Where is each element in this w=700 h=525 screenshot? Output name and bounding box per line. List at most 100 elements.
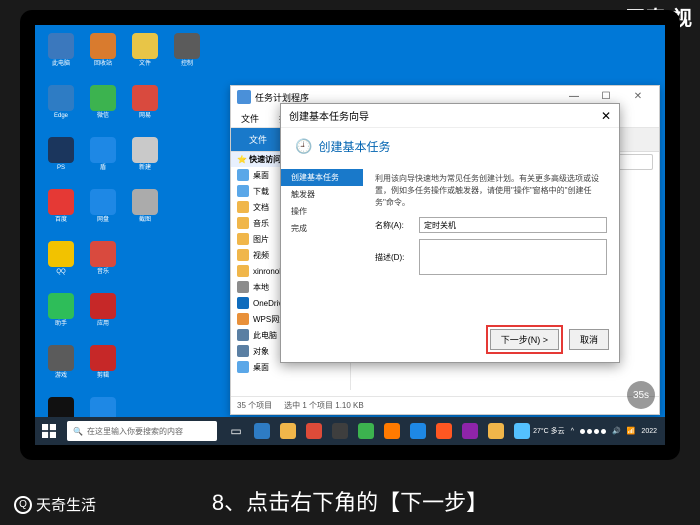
desktop-icon[interactable] [127,241,163,285]
desktop-icon[interactable]: PS [43,137,79,181]
desktop-icon[interactable]: 回收站 [85,33,121,77]
desktop-icon[interactable] [169,189,205,233]
app-icon [90,33,116,59]
desktop-icon[interactable]: 截图 [127,189,163,233]
nav-label: 本地 [253,282,269,293]
window-title: 任务计划程序 [255,91,309,104]
wizard-step-basic[interactable]: 创建基本任务 [281,169,363,186]
desktop-icon[interactable]: QQ [43,241,79,285]
icon-label: 音乐 [97,269,109,275]
start-button[interactable] [35,417,63,445]
app-icon-4[interactable] [433,420,455,442]
desktop-icon[interactable]: 百度 [43,189,79,233]
network-icon[interactable]: 📶 [627,427,636,435]
wizard-description: 利用该向导快速地为常见任务创建计划。有关更多高级选项或设置，例如多任务操作或触发… [375,173,607,209]
icon-label: 控制 [181,61,193,67]
nav-label: 对象 [253,346,269,357]
folder-icon [237,329,249,341]
weather-widget[interactable]: 27°C 多云 [533,426,565,436]
folder-icon [237,249,249,261]
app-icon-7[interactable] [511,420,533,442]
wizard-titlebar[interactable]: 创建基本任务向导 ✕ [281,104,619,128]
icon-label: 网易 [139,113,151,119]
desktop-icon[interactable] [169,85,205,129]
desktop-icon[interactable]: 微信 [85,85,121,129]
clock[interactable]: 2022 [641,428,657,435]
desktop-icon[interactable]: 剪辑 [85,345,121,389]
store-icon[interactable] [329,420,351,442]
desktop-icon[interactable]: 文件 [127,33,163,77]
app-icon-3[interactable] [407,420,429,442]
icon-label: 百度 [55,217,67,223]
desktop-icon[interactable]: 助手 [43,293,79,337]
app-icon [90,293,116,319]
seconds-badge: 35s [627,381,655,409]
desktop-icon[interactable]: 网易 [127,85,163,129]
desktop-icon[interactable] [127,293,163,337]
taskbar[interactable]: 🔍 在这里输入你要搜索的内容 ▭ 27°C 多云 ^ [35,417,665,445]
desktop-icon[interactable]: 盾 [85,137,121,181]
desc-field[interactable] [419,239,607,275]
wizard-step-trigger[interactable]: 触发器 [281,186,363,203]
app-icon [48,241,74,267]
desktop-icon[interactable]: 应用 [85,293,121,337]
wizard-step-action[interactable]: 操作 [281,203,363,220]
folder-icon [237,265,249,277]
folder-icon [237,281,249,293]
task-view-icon[interactable]: ▭ [225,420,247,442]
wizard-steps: 创建基本任务 触发器 操作 完成 [281,165,363,325]
close-button[interactable]: ✕ [623,88,653,106]
tray-chevron-icon[interactable]: ^ [571,428,574,435]
desktop-icon[interactable]: 游戏 [43,345,79,389]
cancel-button[interactable]: 取消 [569,329,609,350]
app-icon [48,137,74,163]
nav-label: 此电脑 [253,330,277,341]
status-selection: 选中 1 个项目 1.10 KB [284,400,364,411]
desktop-icon[interactable] [169,345,205,389]
app-icon [174,33,200,59]
app-icon [48,345,74,371]
menu-item[interactable]: 文件 [231,108,269,127]
folder-icon [237,217,249,229]
desktop-icon[interactable]: 此电脑 [43,33,79,77]
desktop-icon[interactable] [127,345,163,389]
desktop-icon[interactable]: 网盘 [85,189,121,233]
desktop-icons-grid: 此电脑回收站文件控制 Edge 微信 网易 PS盾新建百度 网盘截图 QQ 音乐助手应用游戏剪… [43,33,251,445]
system-tray[interactable]: 27°C 多云 ^ 🔊 📶 2022 [533,426,665,436]
desktop-icon[interactable] [169,241,205,285]
app-icon-5[interactable] [459,420,481,442]
icon-label: 微信 [97,113,109,119]
wizard-close-button[interactable]: ✕ [601,109,611,123]
nav-label: 音乐 [253,218,269,229]
nav-label: 桌面 [253,362,269,373]
edge-icon[interactable] [251,420,273,442]
tray-icons[interactable] [580,429,606,434]
create-basic-task-wizard[interactable]: 创建基本任务向导 ✕ 🕘 创建基本任务 创建基本任务 触发器 操作 完成 利用该… [280,103,620,363]
desktop-icon[interactable]: Edge [43,85,79,129]
desktop-icon[interactable]: 新建 [127,137,163,181]
app-icon-6[interactable] [485,420,507,442]
desktop-icon[interactable] [211,33,247,77]
monitor-frame: 此电脑回收站文件控制Edge微信网易PS盾新建百度网盘截图QQ音乐助手应用游戏剪… [20,10,680,460]
name-field[interactable] [419,217,607,233]
app-icon-2[interactable] [381,420,403,442]
ribbon-tab-file[interactable]: 文件 [231,128,286,151]
desktop-icon[interactable] [169,293,205,337]
folder-icon [237,169,249,181]
chrome-icon[interactable] [303,420,325,442]
folder-icon [237,345,249,357]
desktop-icon[interactable]: 控制 [169,33,205,77]
desktop-icon[interactable]: 音乐 [85,241,121,285]
app-icon [132,189,158,215]
wizard-footer: 下一步(N) > 取消 [486,325,609,354]
taskbar-search[interactable]: 🔍 在这里输入你要搜索的内容 [67,421,217,441]
folder-icon [237,185,249,197]
explorer-icon[interactable] [277,420,299,442]
volume-icon[interactable]: 🔊 [612,427,621,435]
wizard-step-finish[interactable]: 完成 [281,220,363,237]
app-icon [90,189,116,215]
app-icon [237,90,251,104]
app-icon-1[interactable] [355,420,377,442]
desktop-icon[interactable] [169,137,205,181]
next-button[interactable]: 下一步(N) > [490,329,559,350]
